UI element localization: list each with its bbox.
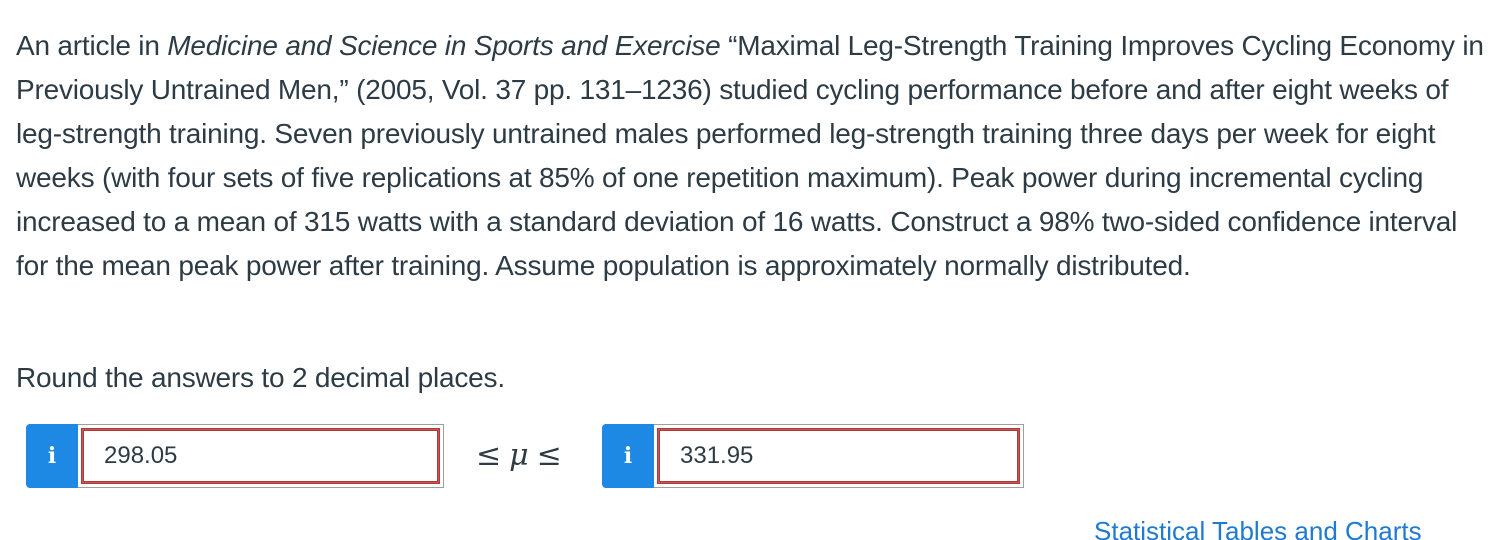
info-icon[interactable]: i (26, 424, 78, 488)
statistical-tables-link[interactable]: Statistical Tables and Charts (1094, 516, 1422, 540)
rounding-instruction: Round the answers to 2 decimal places. (16, 362, 505, 393)
journal-title: Medicine and Science in Sports and Exerc… (167, 30, 721, 61)
info-icon[interactable]: i (602, 424, 654, 488)
lower-bound-field[interactable]: 298.05 (78, 424, 444, 488)
lower-bound-value[interactable]: 298.05 (81, 428, 440, 484)
question-body: “Maximal Leg-Strength Training Improves … (16, 30, 1484, 281)
less-equal-symbol-left: ≤ (476, 438, 502, 473)
upper-bound-answer: i 331.95 (602, 424, 1024, 488)
upper-bound-value[interactable]: 331.95 (657, 428, 1020, 484)
lower-bound-answer: i 298.05 (26, 424, 444, 488)
question-text: An article in Medicine and Science in Sp… (16, 24, 1484, 288)
mu-symbol: μ (509, 438, 529, 473)
upper-bound-field[interactable]: 331.95 (654, 424, 1024, 488)
inequality-expression: ≤ μ ≤ (476, 434, 562, 478)
less-equal-symbol-right: ≤ (536, 438, 562, 473)
question-intro: An article in (16, 30, 168, 61)
